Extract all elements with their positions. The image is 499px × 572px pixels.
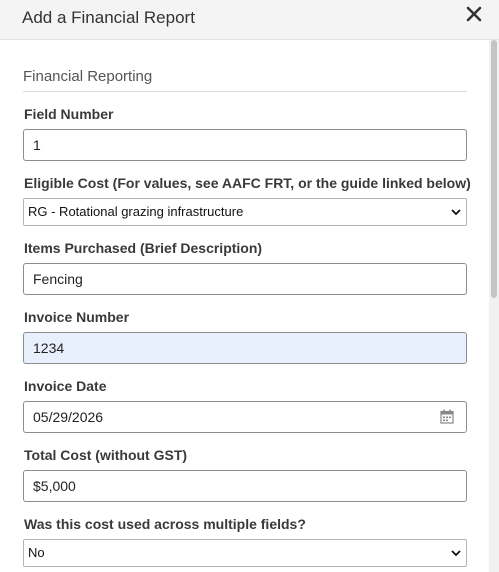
field-number-input[interactable]: 1 [23, 129, 467, 161]
invoice-date-label: Invoice Date [24, 378, 107, 394]
dialog-header: Add a Financial Report [0, 0, 499, 40]
invoice-number-label: Invoice Number [24, 309, 130, 325]
total-cost-input[interactable]: $5,000 [23, 470, 467, 502]
eligible-cost-label: Eligible Cost (For values, see AAFC FRT,… [24, 175, 471, 191]
multiple-fields-label: Was this cost used across multiple field… [24, 516, 306, 532]
items-purchased-input[interactable]: Fencing [23, 263, 467, 295]
eligible-cost-select[interactable]: RG - Rotational grazing infrastructure [23, 198, 467, 226]
eligible-cost-value: RG - Rotational grazing infrastructure [28, 204, 244, 219]
dialog-title: Add a Financial Report [22, 8, 195, 27]
multiple-fields-select[interactable]: No [23, 539, 467, 567]
calendar-icon[interactable] [440, 409, 454, 424]
items-purchased-label: Items Purchased (Brief Description) [24, 240, 263, 256]
close-icon[interactable] [464, 4, 484, 24]
chevron-down-icon [451, 209, 461, 216]
scrollbar-thumb[interactable] [491, 40, 497, 298]
multiple-fields-value: No [28, 545, 45, 560]
section-title: Financial Reporting [23, 68, 467, 92]
chevron-down-icon [451, 550, 461, 557]
field-number-label: Field Number [24, 106, 114, 122]
invoice-date-value: 05/29/2026 [33, 409, 104, 425]
invoice-number-input[interactable]: 1234 [23, 332, 467, 364]
scrollbar[interactable] [489, 40, 499, 572]
invoice-date-input[interactable]: 05/29/2026 [23, 401, 467, 433]
total-cost-label: Total Cost (without GST) [24, 447, 188, 463]
